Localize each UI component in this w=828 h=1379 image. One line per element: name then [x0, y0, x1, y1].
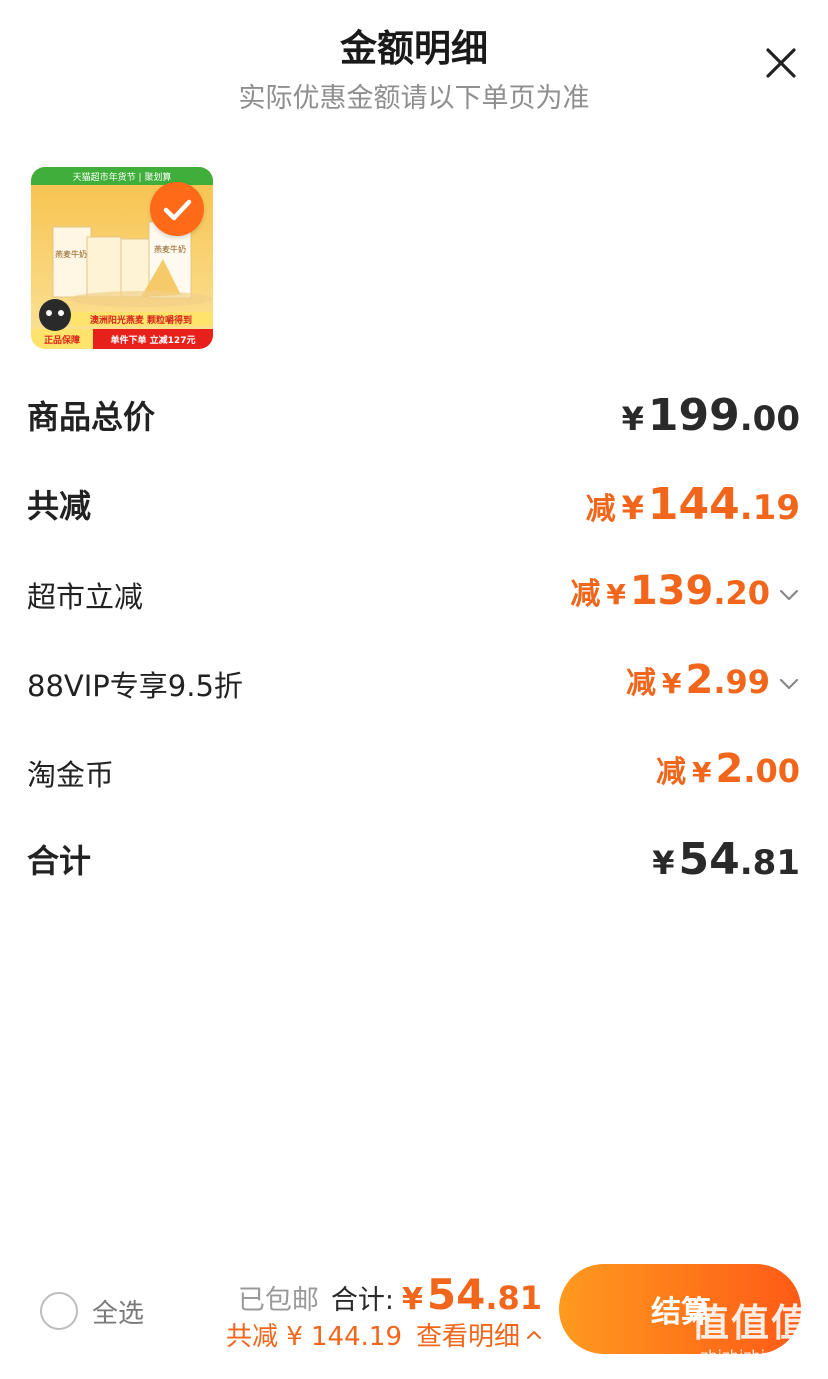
close-icon[interactable] [764, 46, 798, 80]
select-all-radio[interactable] [40, 1292, 78, 1330]
row-goods-total: 商品总价 ¥199.00 [0, 382, 828, 452]
amount-integer: 2 [715, 746, 744, 792]
currency-symbol: ¥ [691, 756, 712, 789]
chevron-up-icon [527, 1330, 541, 1339]
amount-integer: 199 [647, 390, 740, 441]
row-amount: ¥54.81 [652, 834, 800, 885]
amount-integer: 144 [647, 479, 740, 530]
currency-symbol: ¥ [621, 400, 644, 438]
row-amount: 减 ¥144.19 [586, 479, 800, 530]
row-amount: 减 ¥2.99 [626, 657, 770, 703]
amount-detail-sheet: 金额明细 实际优惠金额请以下单页为准 天猫超市年货节 | 聚划算 燕麦牛奶 燕麦… [0, 0, 828, 1379]
amount-decimal: .20 [713, 574, 770, 612]
amount-decimal: .99 [713, 663, 770, 701]
order-total-summary: 已包邮 合计: ¥54.81 [238, 1270, 542, 1319]
row-label: 88VIP专享9.5折 [27, 669, 243, 703]
amount-integer: 54 [678, 834, 740, 885]
row-label: 超市立减 [27, 580, 144, 614]
amount-decimal: .81 [739, 843, 800, 883]
discount-prefix: 减 [655, 755, 686, 790]
currency-symbol: ¥ [652, 844, 675, 882]
row-grand-total: 合计 ¥54.81 [0, 826, 828, 896]
row-total-discount: 共减 减 ¥144.19 [0, 471, 828, 541]
row-label: 合计 [27, 842, 92, 880]
discount-prefix: 减 [585, 492, 616, 527]
view-details-link[interactable]: 查看明细 [416, 1316, 542, 1353]
amount-decimal: .00 [739, 399, 800, 439]
product-promo-line: 澳洲阳光燕麦 颗粒嚼得到 [90, 314, 192, 326]
currency-symbol: ¥ [606, 578, 626, 611]
discount-prefix: 减 [570, 577, 601, 612]
checkmark-icon [163, 199, 192, 221]
product-badge-right: 单件下单 立减127元 [111, 334, 196, 346]
row-label: 淘金币 [27, 758, 115, 792]
chevron-down-icon[interactable] [778, 584, 800, 606]
amount-integer: 139 [629, 568, 714, 614]
discount-prefix: 减 [625, 666, 656, 701]
row-amount: 减 ¥139.20 [570, 568, 770, 614]
free-shipping-label: 已包邮 [237, 1285, 319, 1316]
amount-decimal: .00 [743, 752, 800, 790]
product-box-text-left: 燕麦牛奶 [55, 249, 87, 259]
row-amount: 减 ¥2.00 [656, 746, 800, 792]
amount-integer: 2 [685, 657, 714, 703]
product-badge-left: 正品保障 [44, 334, 80, 346]
currency-symbol: ¥ [621, 489, 644, 527]
row-88vip-discount[interactable]: 88VIP专享9.5折 减 ¥2.99 [0, 649, 828, 719]
row-supermarket-discount[interactable]: 超市立减 减 ¥139.20 [0, 560, 828, 630]
total-decimal: .81 [485, 1279, 542, 1317]
total-integer: 54 [426, 1270, 486, 1319]
chevron-down-icon[interactable] [778, 673, 800, 695]
discount-summary: 共减 ¥ 144.19 查看明细 [226, 1316, 542, 1353]
discount-total-text: 共减 ¥ 144.19 [225, 1322, 402, 1352]
select-all-toggle[interactable]: 全选 [40, 1290, 160, 1332]
row-amount: ¥199.00 [622, 390, 800, 441]
checkout-button[interactable]: 结算 [559, 1264, 801, 1354]
select-all-label: 全选 [92, 1298, 145, 1329]
currency-symbol: ¥ [401, 1282, 423, 1317]
page-title: 金额明细 [340, 27, 488, 70]
row-label: 商品总价 [27, 398, 156, 436]
amount-decimal: .19 [739, 488, 800, 528]
product-box-text-right: 燕麦牛奶 [154, 244, 186, 254]
checkout-label: 结算 [651, 1295, 711, 1330]
row-label: 共减 [27, 487, 92, 525]
page-subtitle: 实际优惠金额请以下单页为准 [238, 83, 590, 114]
currency-symbol: ¥ [661, 667, 682, 700]
view-details-label: 查看明细 [415, 1322, 520, 1352]
product-selected-checkbox[interactable] [150, 182, 204, 236]
total-label: 合计: [330, 1285, 394, 1316]
row-taojinbi-discount: 淘金币 减 ¥2.00 [0, 738, 828, 808]
